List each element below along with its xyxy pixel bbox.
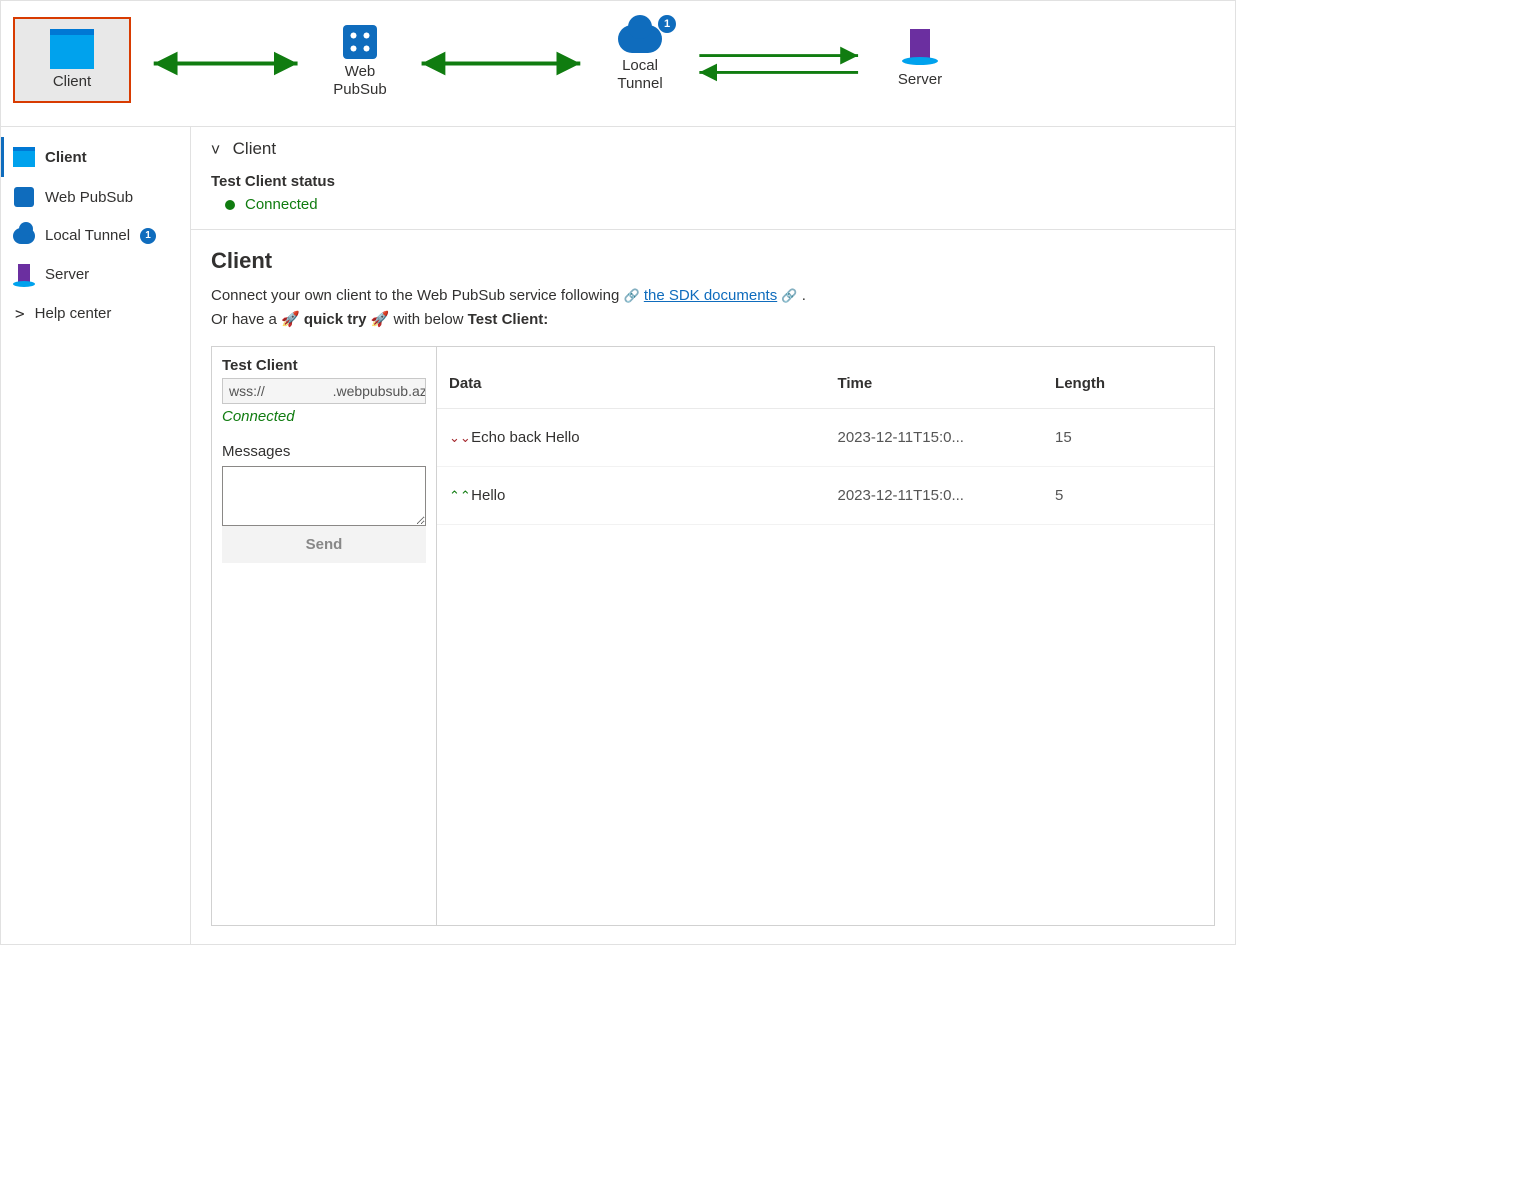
- sidebar-item-localtunnel[interactable]: Local Tunnel 1: [1, 217, 190, 254]
- browser-icon: [13, 147, 35, 167]
- websocket-url-input[interactable]: wss:// .webpubsub.az: [222, 378, 426, 404]
- page-title: Client: [211, 248, 1215, 274]
- row-data: Hello: [471, 487, 505, 504]
- node-label: Local Tunnel: [601, 57, 679, 93]
- chevron-down-icon[interactable]: >: [206, 144, 225, 154]
- diagram-node-server[interactable]: Server: [885, 29, 955, 89]
- table-row[interactable]: ⌄⌄ Echo back Hello 2023-12-11T15:0... 15: [437, 409, 1214, 467]
- cloud-icon: [13, 228, 35, 244]
- data-log-panel: Data Time Length ⌄⌄ Echo back Hello: [437, 347, 1214, 925]
- sidebar-item-label: Help center: [35, 305, 112, 322]
- message-input[interactable]: [222, 466, 426, 526]
- row-length: 15: [1043, 409, 1214, 467]
- rocket-icon: 🚀: [281, 311, 300, 328]
- diagram-node-client[interactable]: Client: [13, 17, 131, 103]
- pubsub-icon: [343, 25, 377, 59]
- data-table: Data Time Length ⌄⌄ Echo back Hello: [437, 347, 1214, 525]
- sidebar-item-label: Client: [45, 149, 87, 166]
- table-row[interactable]: ⌃⌃ Hello 2023-12-11T15:0... 5: [437, 467, 1214, 525]
- node-label: Web PubSub: [321, 63, 399, 99]
- row-length: 5: [1043, 467, 1214, 525]
- main-content: > Client Test Client status Connected Cl…: [191, 127, 1235, 944]
- link-icon: 🔗: [623, 288, 639, 303]
- row-data: Echo back Hello: [471, 429, 579, 446]
- cloud-icon: [618, 25, 662, 53]
- architecture-diagram: Client Web PubSub 1 Local Tunnel Server: [1, 1, 1235, 127]
- status-dot-icon: [225, 200, 235, 210]
- send-button[interactable]: Send: [222, 526, 426, 563]
- col-length: Length: [1043, 347, 1214, 409]
- link-icon: 🔗: [781, 288, 797, 303]
- server-icon: [18, 264, 30, 284]
- client-description: Connect your own client to the Web PubSu…: [211, 284, 1215, 332]
- breadcrumb: Client: [233, 139, 276, 159]
- sidebar: Client Web PubSub Local Tunnel 1 Server …: [1, 127, 191, 944]
- sidebar-item-webpubsub[interactable]: Web PubSub: [1, 177, 190, 217]
- col-data: Data: [437, 347, 826, 409]
- sidebar-item-label: Web PubSub: [45, 189, 133, 206]
- sidebar-item-server[interactable]: Server: [1, 254, 190, 294]
- rocket-icon: 🚀: [371, 311, 390, 328]
- chevron-up-double-icon: ⌃⌃: [449, 488, 467, 504]
- row-time: 2023-12-11T15:0...: [826, 409, 1044, 467]
- sidebar-item-label: Server: [45, 266, 89, 283]
- diagram-node-localtunnel[interactable]: 1 Local Tunnel: [601, 25, 679, 93]
- status-title: Test Client status: [211, 173, 1215, 190]
- browser-icon: [50, 29, 94, 69]
- sidebar-item-client[interactable]: Client: [1, 137, 190, 177]
- pubsub-icon: [14, 187, 34, 207]
- test-client-status: Connected: [222, 408, 426, 425]
- sidebar-item-help[interactable]: > Help center: [1, 294, 190, 333]
- col-time: Time: [826, 347, 1044, 409]
- status-value: Connected: [245, 196, 318, 213]
- messages-label: Messages: [222, 443, 426, 460]
- node-label: Client: [33, 73, 111, 91]
- badge-count: 1: [658, 15, 676, 33]
- diagram-node-webpubsub[interactable]: Web PubSub: [321, 25, 399, 99]
- test-client-title: Test Client: [222, 357, 426, 374]
- section-header: > Client Test Client status Connected: [191, 127, 1235, 230]
- server-icon: [910, 29, 930, 61]
- chevron-right-icon: >: [15, 304, 25, 323]
- row-time: 2023-12-11T15:0...: [826, 467, 1044, 525]
- node-label: Server: [885, 71, 955, 89]
- sdk-documents-link[interactable]: the SDK documents: [644, 287, 777, 304]
- test-client-panel: Test Client wss:// .webpubsub.az Connect…: [212, 347, 437, 925]
- sidebar-item-label: Local Tunnel: [45, 227, 130, 244]
- chevron-down-double-icon: ⌄⌄: [449, 430, 467, 446]
- badge-count: 1: [140, 228, 156, 244]
